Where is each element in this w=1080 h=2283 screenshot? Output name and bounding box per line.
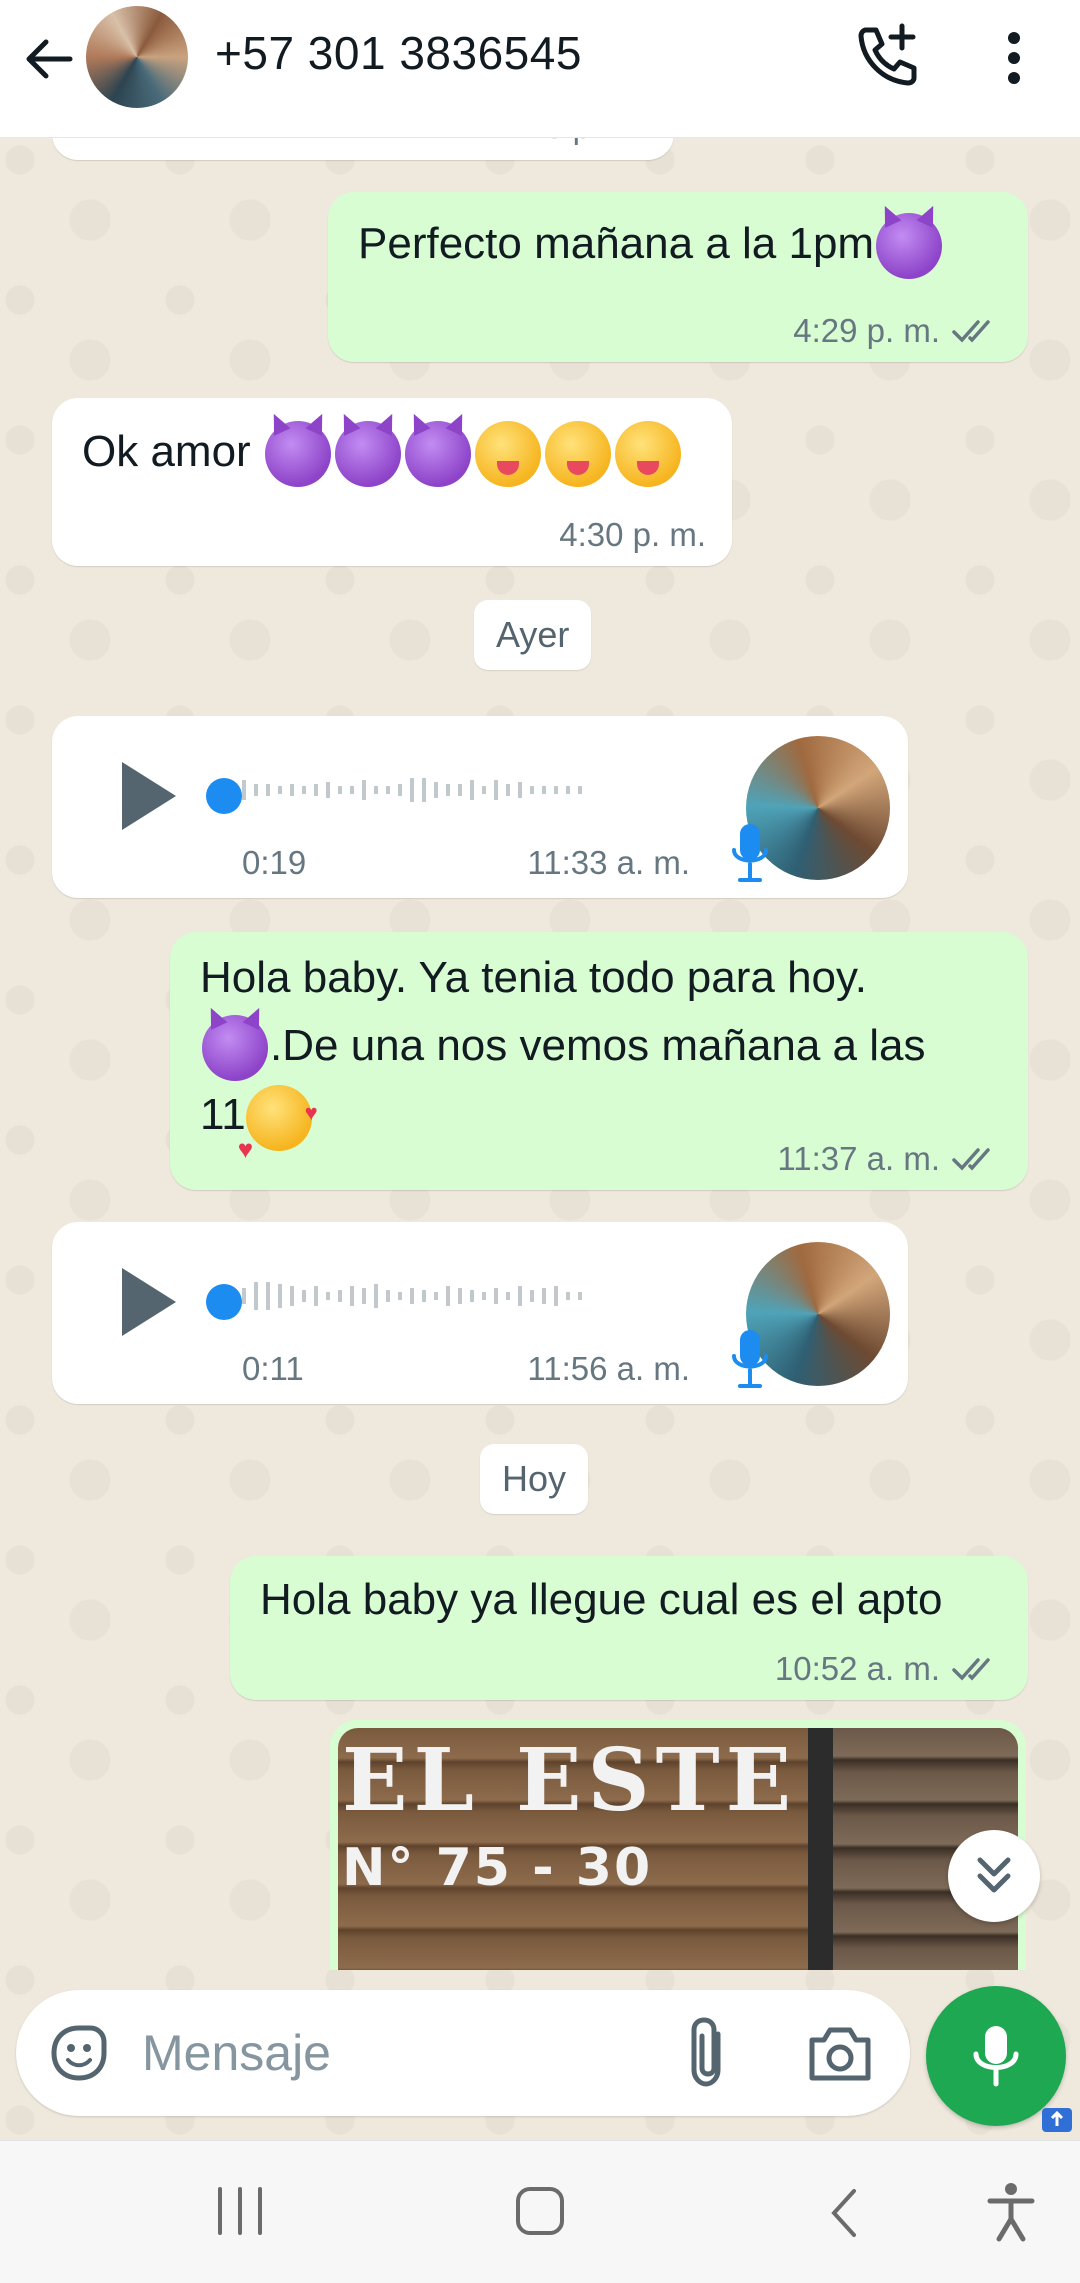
voice-duration: 0:11 (242, 1350, 304, 1387)
date-divider-yesterday: Ayer (474, 600, 592, 670)
play-icon (122, 762, 176, 830)
image-message[interactable]: EL ESTE N° 75 - 30 (330, 1720, 1026, 1970)
message-time: 11:56 a. m. (527, 1350, 690, 1387)
mic-icon (732, 824, 768, 882)
chevrons-down-icon (977, 1857, 1011, 1893)
message-text: Perfecto mañana a la 1pm (358, 219, 875, 268)
message-time: 4:29 p. m. (793, 312, 940, 349)
smiling-devil-emoji (334, 421, 401, 488)
paperclip-icon (691, 2017, 721, 2087)
message-meta: 4:30 p. m. (559, 516, 706, 554)
voice-playhead[interactable] (206, 778, 242, 814)
message-text: Ok amor (82, 427, 251, 476)
play-button[interactable] (114, 756, 184, 836)
message-input[interactable] (142, 2014, 642, 2092)
smiling-devil-emoji (404, 421, 471, 488)
message-time: 11:37 a. m. (777, 1140, 940, 1177)
scroll-to-bottom-button[interactable] (948, 1830, 1040, 1922)
camera-icon (809, 2027, 871, 2081)
message-text-line: .De una nos vemos mañana a las (270, 1021, 926, 1070)
audio-waveform[interactable] (232, 1274, 752, 1318)
sticker-icon (51, 2025, 107, 2081)
message-time: 10:52 a. m. (774, 1650, 940, 1687)
voice-message[interactable]: 0:11 11:56 a. m. (52, 1222, 908, 1404)
recent-apps-icon[interactable] (212, 2185, 268, 2237)
smiling-devil-emoji (876, 213, 943, 280)
play-button[interactable] (114, 1262, 184, 1342)
message-text-line: Hola baby. Ya tenia todo para hoy. (200, 953, 867, 1002)
message-meta: 4:29 p. m. (793, 312, 1002, 350)
voice-message[interactable]: 0:19 11:33 a. m. (52, 716, 908, 898)
back-button[interactable] (18, 28, 80, 90)
add-call-button[interactable] (852, 20, 924, 92)
message-meta: 11:37 a. m. (777, 1140, 1002, 1178)
incoming-message[interactable]: Ok amor 4:30 p. m. (52, 398, 732, 566)
system-navigation-bar (0, 2140, 1080, 2283)
yum-face-emoji (544, 421, 611, 488)
smiling-face-hearts-emoji (238, 1079, 318, 1183)
chat-header: +57 301 3836545 (0, 0, 1080, 138)
message-text: Hola baby ya llegue cual es el apto (260, 1575, 943, 1624)
play-icon (122, 1268, 176, 1336)
folder-badge-icon (1042, 2108, 1072, 2132)
voice-duration: 0:19 (242, 844, 307, 881)
mic-icon (973, 2026, 1019, 2087)
message-time: 11:33 a. m. (527, 844, 690, 881)
date-divider-today: Hoy (480, 1444, 589, 1514)
read-ticks-icon (952, 1148, 990, 1171)
accessibility-icon[interactable] (986, 2181, 1036, 2243)
back-nav-icon[interactable] (824, 2185, 864, 2241)
more-options-button[interactable] (990, 26, 1038, 90)
outgoing-message[interactable]: Perfecto mañana a la 1pm 4:29 p. m. (328, 192, 1028, 362)
phone-add-icon (858, 23, 917, 86)
message-time: 4:30 p. m. (559, 516, 706, 553)
contact-name[interactable]: +57 301 3836545 (215, 26, 582, 80)
photo-sign-text: EL ESTE (342, 1730, 798, 1831)
photo-address-text: N° 75 - 30 (342, 1838, 653, 1898)
read-ticks-icon (952, 320, 990, 343)
outgoing-message[interactable]: Hola baby. Ya tenia todo para hoy. .De u… (170, 932, 1028, 1190)
home-icon[interactable] (514, 2185, 566, 2237)
attach-button[interactable] (678, 2012, 738, 2092)
message-composer (16, 1990, 910, 2116)
sticker-button[interactable] (46, 2020, 112, 2086)
yum-face-emoji (474, 421, 541, 488)
outgoing-message[interactable]: Hola baby ya llegue cual es el apto 10:5… (230, 1556, 1028, 1700)
smiling-devil-emoji (202, 1015, 268, 1082)
camera-button[interactable] (806, 2020, 874, 2086)
smiling-devil-emoji (264, 421, 331, 488)
contact-avatar[interactable] (84, 4, 190, 110)
read-ticks-icon (952, 1658, 990, 1681)
building-sign-photo[interactable]: EL ESTE N° 75 - 30 (338, 1728, 1018, 1970)
more-vertical-icon (1008, 32, 1020, 84)
arrow-left-icon (26, 39, 73, 79)
yum-face-emoji (614, 421, 681, 488)
audio-waveform[interactable] (232, 768, 752, 812)
mic-icon (732, 1330, 768, 1388)
message-meta: 10:52 a. m. (775, 1650, 1002, 1688)
voice-playhead[interactable] (206, 1284, 242, 1320)
